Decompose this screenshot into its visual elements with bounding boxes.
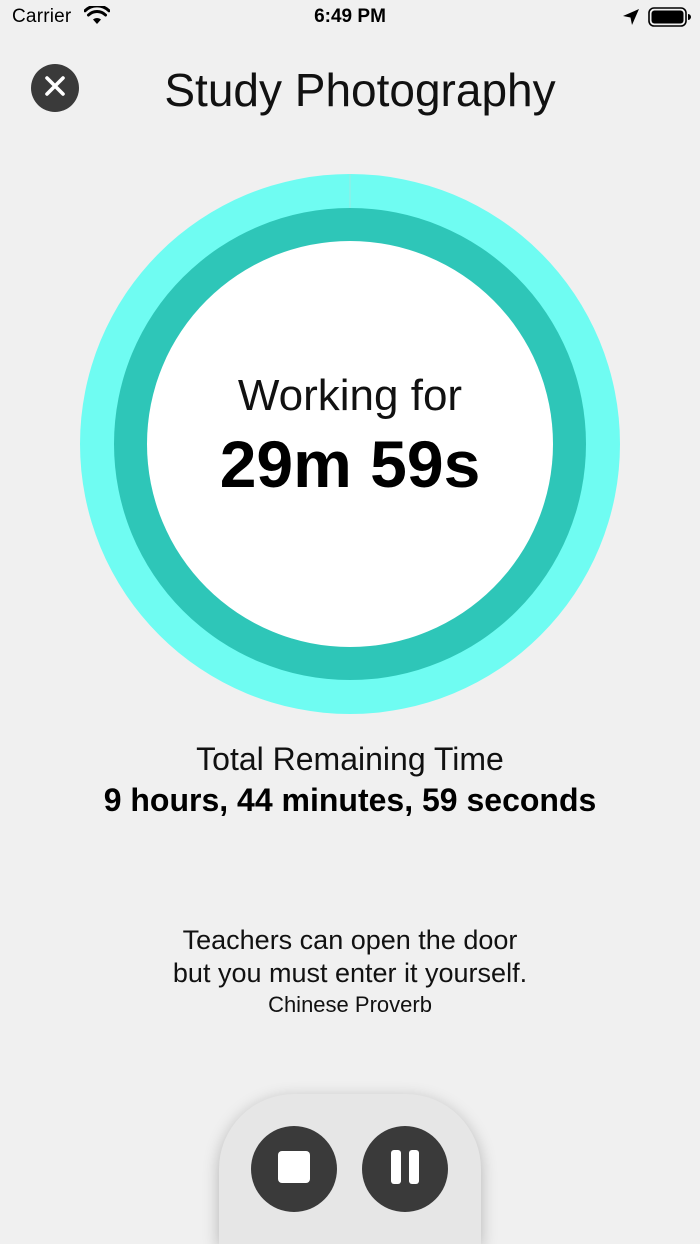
timer-screen: Carrier 6:49 PM Study Photography Workin… <box>0 0 700 1244</box>
status-time: 6:49 PM <box>314 6 386 27</box>
remaining-label: Total Remaining Time <box>196 741 504 777</box>
page-title: Study Photography <box>164 64 556 116</box>
timer-display: Working for 29m 59s <box>80 174 620 714</box>
close-icon <box>44 75 66 102</box>
control-panel <box>219 1094 481 1244</box>
remaining-value: 9 hours, 44 minutes, 59 seconds <box>103 782 597 818</box>
status-bar: Carrier 6:49 PM <box>0 0 700 36</box>
progress-ring: Working for 29m 59s <box>80 174 620 714</box>
quote-author: Chinese Proverb <box>268 992 432 1017</box>
battery-icon <box>648 6 692 28</box>
close-button[interactable] <box>31 64 79 112</box>
elapsed-time: 29m 59s <box>219 427 481 501</box>
quote-line-2: but you must enter it yourself. <box>172 958 528 988</box>
working-label: Working for <box>237 371 463 420</box>
stop-icon <box>278 1150 310 1188</box>
stop-button[interactable] <box>251 1126 337 1212</box>
pause-icon <box>389 1149 421 1189</box>
location-icon <box>622 8 640 26</box>
quote-line-1: Teachers can open the door <box>182 925 518 955</box>
quote: Teachers can open the door but you must … <box>0 922 700 1022</box>
pause-button[interactable] <box>362 1126 448 1212</box>
